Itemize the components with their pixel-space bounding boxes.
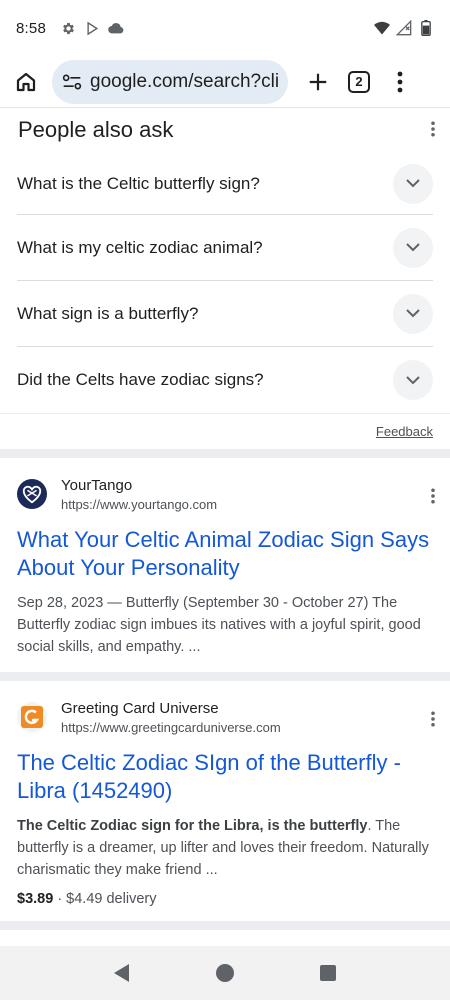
recents-button[interactable] xyxy=(313,958,343,988)
people-also-ask-header: People also ask xyxy=(0,109,450,153)
more-vert-icon xyxy=(431,121,435,137)
delivery-cost: · $4.49 delivery xyxy=(53,891,157,907)
home-nav-button[interactable] xyxy=(210,958,240,988)
address-bar[interactable]: google.com/search?client=ms-android xyxy=(52,59,288,104)
result-site-name: Greeting Card Universe xyxy=(61,699,219,717)
signal-icon xyxy=(396,20,412,36)
section-divider xyxy=(0,921,450,930)
result-more-options-button[interactable] xyxy=(430,488,436,509)
system-navigation-bar xyxy=(0,946,450,1000)
tab-count-label: 2 xyxy=(355,74,363,89)
result-title-link[interactable]: The Celtic Zodiac SIgn of the Butterfly … xyxy=(17,749,433,805)
cloud-icon xyxy=(108,20,124,36)
paa-question-text: What sign is a butterfly? xyxy=(17,303,199,323)
site-settings-icon[interactable] xyxy=(62,73,82,91)
status-bar: 8:58 xyxy=(0,0,450,56)
section-divider xyxy=(0,449,450,458)
result-source[interactable]: Greeting Card Universe https://www.greet… xyxy=(17,697,433,737)
expand-button[interactable] xyxy=(393,293,433,334)
browser-toolbar: google.com/search?client=ms-android 2 xyxy=(0,56,450,108)
url-text: google.com/search?client=ms-android xyxy=(90,70,278,92)
recents-icon xyxy=(320,965,337,981)
result-snippet-highlight: The Celtic Zodiac sign for the Libra, is… xyxy=(17,818,368,834)
people-also-ask-title: People also ask xyxy=(18,117,174,142)
feedback-row: Feedback xyxy=(0,413,450,449)
home-button[interactable] xyxy=(10,66,42,98)
status-system-icons xyxy=(374,20,434,36)
result-site-url: https://www.greetingcarduniverse.com xyxy=(61,719,281,735)
feedback-link[interactable]: Feedback xyxy=(376,424,433,439)
paa-question[interactable]: Did the Celts have zodiac signs? xyxy=(17,347,433,413)
expand-button[interactable] xyxy=(393,360,433,400)
paa-more-options-button[interactable] xyxy=(430,121,436,142)
greeting-card-universe-favicon-icon xyxy=(17,702,47,732)
new-tab-button[interactable] xyxy=(302,66,334,98)
home-icon xyxy=(16,72,36,91)
price-value: $3.89 xyxy=(17,891,54,907)
status-notification-icons xyxy=(60,20,124,36)
more-vert-icon xyxy=(397,71,403,92)
page-content: People also ask What is the Celtic butte… xyxy=(0,109,450,946)
chevron-down-icon xyxy=(406,179,420,188)
result-site-name: YourTango xyxy=(61,476,133,494)
wifi-icon xyxy=(374,20,390,36)
result-source[interactable]: YourTango https://www.yourtango.com xyxy=(17,474,433,514)
plus-icon xyxy=(309,73,327,90)
paa-question[interactable]: What is the Celtic butterfly sign? xyxy=(17,153,433,215)
result-snippet: Sep 28, 2023 — Butterfly (September 30 -… xyxy=(17,595,421,655)
paa-question-text: What is the Celtic butterfly sign? xyxy=(17,173,260,193)
yourtango-favicon-icon xyxy=(17,479,47,509)
tab-switcher-button[interactable]: 2 xyxy=(348,70,370,93)
battery-icon xyxy=(418,20,434,36)
expand-button[interactable] xyxy=(393,163,433,204)
paa-question[interactable]: What is my celtic zodiac animal? xyxy=(17,215,433,281)
result-more-options-button[interactable] xyxy=(430,711,436,732)
section-divider xyxy=(0,672,450,681)
browser-menu-button[interactable] xyxy=(384,66,416,98)
paa-question[interactable]: What sign is a butterfly? xyxy=(17,281,433,347)
back-button[interactable] xyxy=(107,958,137,988)
more-vert-icon xyxy=(431,711,435,727)
chevron-down-icon xyxy=(406,309,420,318)
expand-button[interactable] xyxy=(393,227,433,268)
result-snippet: The Celtic Zodiac sign for the Libra, is… xyxy=(17,815,433,881)
gear-icon xyxy=(60,20,76,36)
result-site-url: https://www.yourtango.com xyxy=(61,496,218,512)
result-title-link[interactable]: What Your Celtic Animal Zodiac Sign Says… xyxy=(17,526,433,582)
more-vert-icon xyxy=(431,488,435,504)
price-row: $3.89 · $4.49 delivery xyxy=(17,891,433,907)
back-icon xyxy=(113,964,129,982)
chevron-down-icon xyxy=(406,375,420,384)
paa-question-text: Did the Celts have zodiac signs? xyxy=(17,370,264,389)
status-time: 8:58 xyxy=(16,19,46,37)
search-result: Greeting Card Universe https://www.greet… xyxy=(0,681,450,921)
play-store-icon xyxy=(84,20,100,36)
home-circle-icon xyxy=(215,964,234,982)
search-result: YourTango https://www.yourtango.com What… xyxy=(0,458,450,672)
paa-question-text: What is my celtic zodiac animal? xyxy=(17,237,263,257)
chevron-down-icon xyxy=(406,243,420,252)
